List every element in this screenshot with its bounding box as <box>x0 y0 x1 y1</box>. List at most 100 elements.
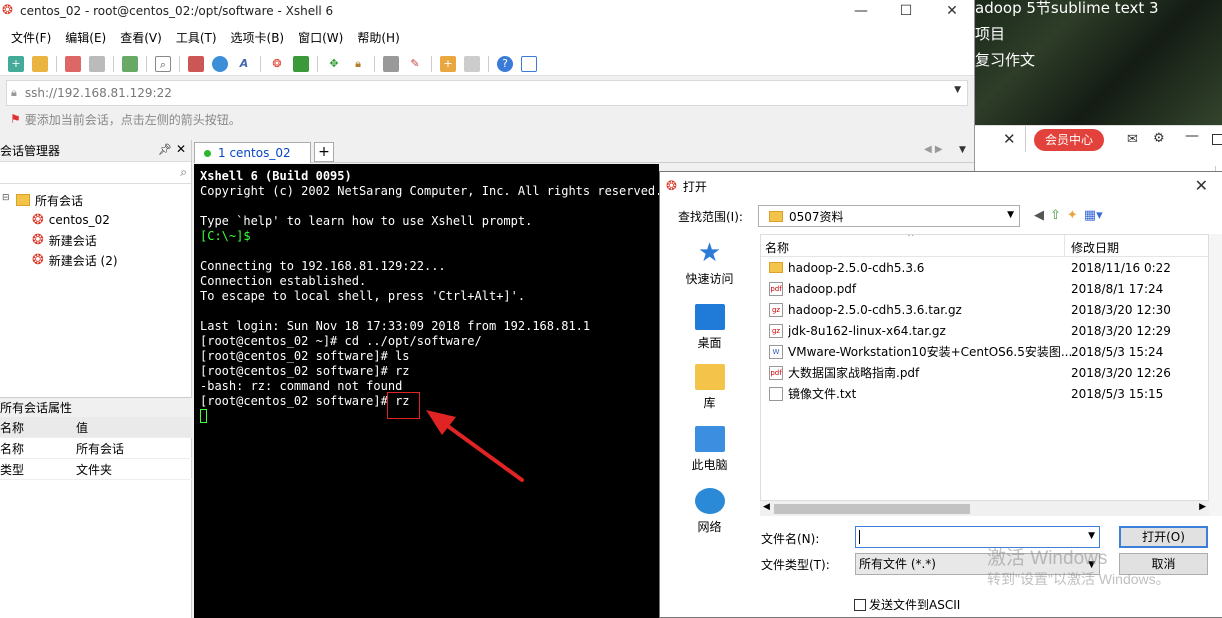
menu-file[interactable]: 文件(F) <box>11 29 51 46</box>
xshell-icon[interactable]: ❂ <box>269 55 285 72</box>
txt-file-icon <box>769 386 783 401</box>
font-icon[interactable]: A <box>236 55 252 72</box>
lock-icon[interactable]: 🔒︎ <box>350 55 366 72</box>
disconnect-icon[interactable] <box>89 55 105 72</box>
view-menu-icon[interactable]: ▦▾ <box>1084 208 1103 223</box>
xftp-icon[interactable] <box>293 55 309 72</box>
tab-label: 1 centos_02 <box>218 146 291 160</box>
file-name: VMware-Workstation10安装+CentOS6.5安装图... <box>788 345 1073 359</box>
activation-watermark-text: 转到"设置"以激活 Windows。 <box>987 571 1170 587</box>
properties-icon[interactable] <box>122 55 138 72</box>
keyboard-icon[interactable] <box>383 55 399 72</box>
close-button[interactable]: ✕ <box>1195 176 1208 195</box>
properties-header-value: 值 <box>76 420 89 435</box>
vip-center-button[interactable]: 会员中心 <box>1034 129 1104 151</box>
scroll-left-icon[interactable]: ◀ <box>763 502 770 512</box>
place-library[interactable]: 库 <box>662 364 757 411</box>
minimize-button[interactable]: — <box>838 0 884 22</box>
chat-icon[interactable] <box>521 55 537 72</box>
menu-tabs[interactable]: 选项卡(B) <box>231 29 285 46</box>
add-folder-icon[interactable]: + <box>440 55 456 72</box>
new-session-icon[interactable]: + <box>8 55 24 72</box>
horizontal-scrollbar[interactable]: ◀ ▶ <box>760 500 1209 516</box>
fullscreen-icon[interactable]: ✥ <box>326 55 342 72</box>
bookmark-icon[interactable]: ⚑ <box>10 112 21 126</box>
up-folder-icon[interactable]: ⇧ <box>1050 208 1061 223</box>
file-row[interactable]: gz jdk-8u162-linux-x64.tar.gz 2018/3/20 12… <box>761 320 1208 341</box>
compose-icon[interactable] <box>464 55 480 72</box>
file-row[interactable]: W VMware-Workstation10安装+CentOS6.5安装图... 2… <box>761 341 1208 362</box>
menu-tools[interactable]: 工具(T) <box>176 29 217 46</box>
open-button[interactable]: 打开(O) <box>1119 526 1208 548</box>
menu-view[interactable]: 查看(V) <box>120 29 162 46</box>
file-list[interactable]: ^ 名称 修改日期 hadoop-2.5.0-cdh5.3.6 2018/11/1… <box>760 234 1209 516</box>
close-button[interactable]: ✕ <box>929 0 974 22</box>
tree-item-session[interactable]: ❂ 新建会话 <box>0 230 191 250</box>
globe-icon[interactable] <box>212 55 228 72</box>
column-date[interactable]: 修改日期 <box>1071 239 1119 256</box>
session-manager-header: 会话管理器 📌︎ ✕ <box>0 140 191 162</box>
search-icon[interactable]: ⌕ <box>155 55 171 72</box>
menu-help[interactable]: 帮助(H) <box>357 29 399 46</box>
column-separator[interactable] <box>1064 235 1065 257</box>
look-in-select[interactable]: 0507资料 ▼ <box>758 205 1020 227</box>
menu-window[interactable]: 窗口(W) <box>298 29 343 46</box>
menu-edit[interactable]: 编辑(E) <box>65 29 106 46</box>
scroll-right-icon[interactable]: ▶ <box>1199 502 1206 512</box>
place-network[interactable]: 网络 <box>662 488 757 535</box>
pdf-file-icon: pdf <box>769 281 783 296</box>
chevron-down-icon[interactable]: ▼ <box>959 145 966 155</box>
maximize-button[interactable]: ☐ <box>883 0 929 22</box>
file-row[interactable]: gz hadoop-2.5.0-cdh5.3.6.tar.gz 2018/3/20 … <box>761 299 1208 320</box>
new-tab-button[interactable]: + <box>314 142 334 162</box>
properties-row[interactable]: 类型 文件夹 <box>0 459 192 480</box>
pin-icon[interactable]: 📌︎ <box>158 143 172 156</box>
tree-item-session[interactable]: ❂ centos_02 <box>0 210 191 230</box>
place-this-pc[interactable]: 此电脑 <box>662 426 757 473</box>
chevron-down-icon[interactable]: ▼ <box>954 85 961 95</box>
file-date: 2018/5/3 15:15 <box>1071 386 1164 401</box>
file-row[interactable]: pdf 大数据国家战略指南.pdf 2018/3/20 12:26 <box>761 362 1208 383</box>
maximize-icon[interactable] <box>1212 134 1222 145</box>
chevron-down-icon[interactable]: ▼ <box>1007 210 1014 220</box>
properties-row[interactable]: 名称 所有会话 <box>0 438 192 459</box>
layout-icon[interactable] <box>188 55 204 72</box>
settings-icon[interactable]: ⚙ <box>1153 131 1165 146</box>
session-search-input[interactable]: ⌕ <box>0 162 191 184</box>
place-desktop[interactable]: 桌面 <box>662 304 757 351</box>
new-folder-icon[interactable]: ✦ <box>1067 208 1078 223</box>
chevron-down-icon[interactable]: ▼ <box>1088 531 1095 541</box>
send-ascii-checkbox[interactable]: 发送文件到ASCII <box>854 596 960 613</box>
close-icon[interactable]: ✕ <box>176 142 186 156</box>
scrollbar-thumb[interactable] <box>774 504 970 514</box>
back-icon[interactable]: ◀ <box>1034 208 1044 223</box>
file-row[interactable]: 镜像文件.txt 2018/5/3 15:15 <box>761 383 1208 404</box>
help-icon[interactable]: ? <box>497 55 513 72</box>
mail-icon[interactable]: ✉ <box>1127 132 1138 147</box>
tree-item-session[interactable]: ❂ 新建会话 (2) <box>0 250 191 270</box>
highlight-icon[interactable]: ✎ <box>407 55 423 72</box>
tab-scroll-arrows-icon[interactable]: ◀ ▶ <box>924 144 943 155</box>
terminal-view[interactable]: Xshell 6 (Build 0095) Copyright (c) 2002… <box>194 164 659 618</box>
terminal-line: [root@centos_02 software]# ls <box>200 349 410 363</box>
minimize-icon[interactable]: — <box>1185 128 1199 144</box>
session-icon: ❂ <box>32 252 44 268</box>
close-icon[interactable]: ✕ <box>1003 130 1016 148</box>
open-folder-icon[interactable] <box>32 55 48 72</box>
file-row[interactable]: hadoop-2.5.0-cdh5.3.6 2018/11/16 0:22 <box>761 257 1208 278</box>
tab-centos-02[interactable]: 1 centos_02 <box>194 142 311 163</box>
place-label: 快速访问 <box>685 272 734 286</box>
folder-icon <box>769 262 783 273</box>
tree-root-all-sessions[interactable]: ⊟ 所有会话 <box>0 190 191 210</box>
file-list-header: ^ 名称 修改日期 <box>761 235 1208 257</box>
collapse-icon[interactable]: ⊟ <box>2 193 10 203</box>
connect-icon[interactable] <box>65 55 81 72</box>
place-quick-access[interactable]: ★ 快速访问 <box>662 240 757 287</box>
terminal-line: -bash: rz: command not found <box>200 379 403 393</box>
column-name[interactable]: 名称 <box>765 239 789 256</box>
session-properties-panel: 所有会话属性 名称 值 名称 所有会话 类型 文件夹 <box>0 397 192 480</box>
file-row[interactable]: pdf hadoop.pdf 2018/8/1 17:24 <box>761 278 1208 299</box>
address-bar[interactable]: 🔒︎ ssh://192.168.81.129:22 ▼ <box>6 80 968 106</box>
search-icon: ⌕ <box>180 165 187 179</box>
checkbox-box[interactable] <box>854 598 866 611</box>
